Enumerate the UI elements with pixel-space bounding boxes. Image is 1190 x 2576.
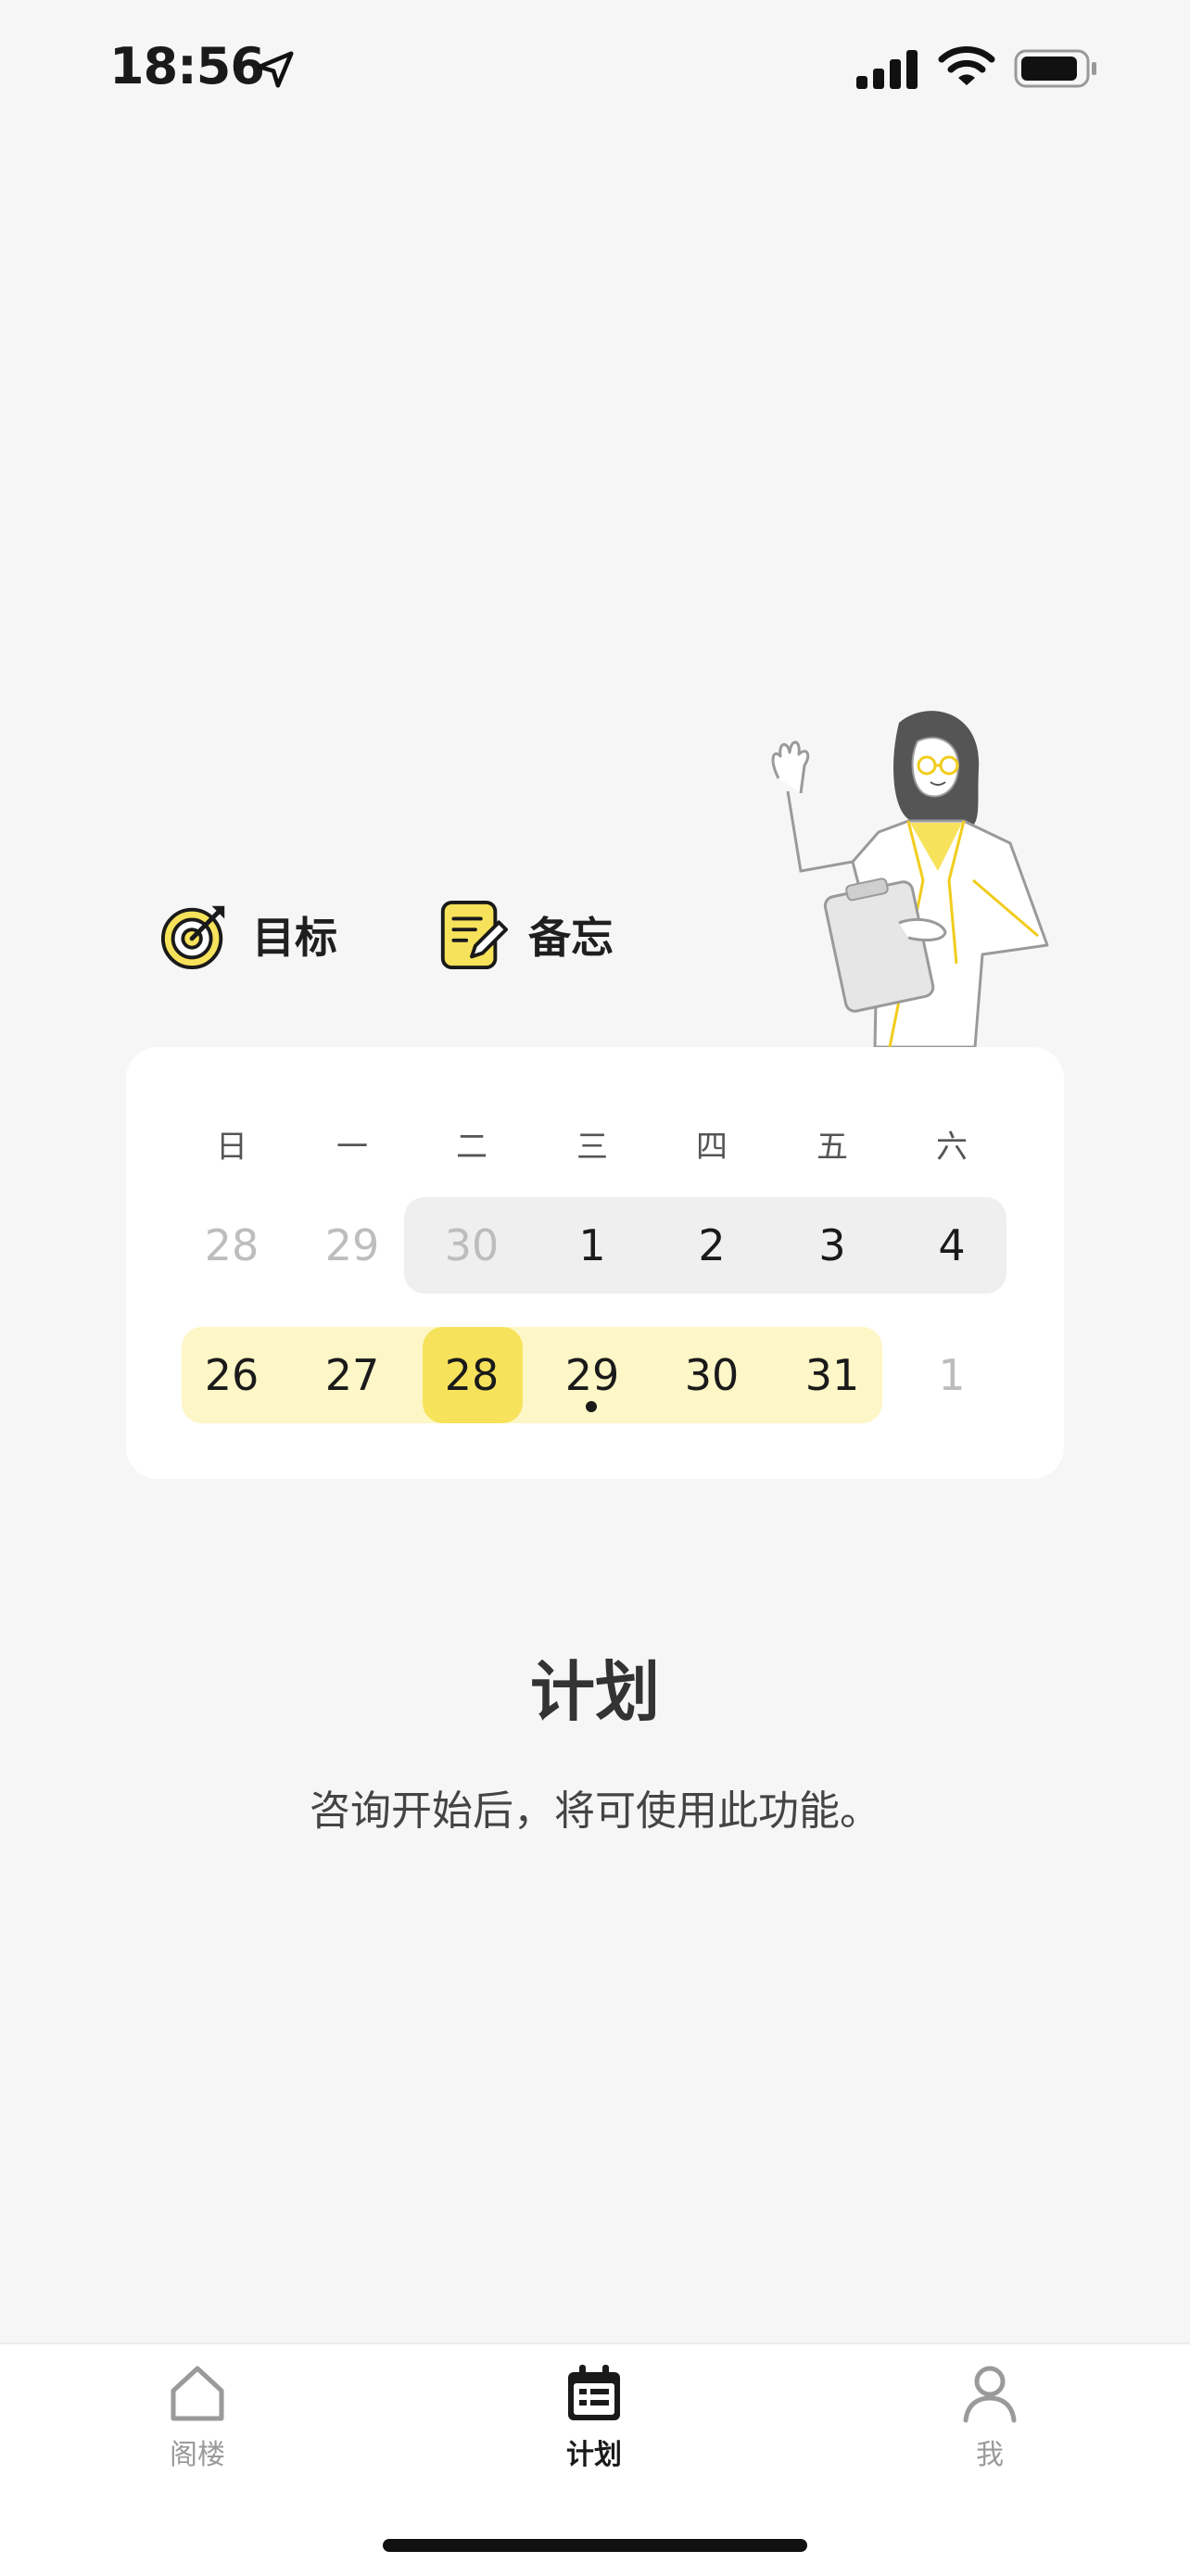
calendar-day[interactable]: 28 [181, 1197, 283, 1294]
signal-icon [856, 50, 918, 89]
calendar-day[interactable]: 31 [781, 1327, 883, 1423]
location-arrow-icon [257, 51, 294, 88]
event-dot-indicator [586, 1401, 597, 1412]
wifi-icon [938, 46, 995, 85]
battery-icon [1014, 49, 1096, 88]
weekday-thu: 四 [696, 1129, 728, 1166]
consultant-illustration [771, 711, 1049, 1047]
calendar-day[interactable]: 30 [421, 1197, 523, 1294]
weekday-fri: 五 [817, 1129, 848, 1166]
memo-icon [440, 900, 508, 970]
tab-plan[interactable]: 计划 [501, 2363, 687, 2502]
weekday-tue: 二 [456, 1129, 487, 1166]
weekday-sun: 日 [216, 1129, 247, 1166]
calendar-day[interactable]: 30 [661, 1327, 763, 1423]
tab-home-label: 阁楼 [170, 2439, 225, 2471]
calendar-day[interactable]: 29 [301, 1197, 403, 1294]
empty-state-title: 计划 [530, 1654, 660, 1730]
memo-shortcut[interactable]: 备忘 [436, 893, 614, 977]
empty-state-description: 咨询开始后，将可使用此功能。 [310, 1787, 880, 1835]
calendar-day[interactable]: 3 [781, 1197, 883, 1294]
tab-me-label: 我 [976, 2439, 1004, 2471]
calendar-day[interactable]: 1 [541, 1197, 643, 1294]
calendar-day-selected[interactable]: 28 [421, 1327, 523, 1423]
status-bar: 18:56 [0, 0, 1190, 139]
current-week-highlight [182, 1327, 882, 1423]
calendar-day[interactable]: 27 [301, 1327, 403, 1423]
memo-label: 备忘 [528, 913, 614, 963]
home-icon [171, 2366, 224, 2421]
weekday-mon: 一 [336, 1129, 368, 1166]
goals-label: 目标 [252, 913, 337, 963]
goals-shortcut[interactable]: 目标 [159, 893, 337, 977]
weekday-wed: 三 [576, 1129, 608, 1166]
target-icon [160, 905, 225, 970]
tab-home[interactable]: 阁楼 [105, 2363, 290, 2502]
calendar-day[interactable]: 4 [901, 1197, 1003, 1294]
calendar-icon [568, 2365, 620, 2420]
calendar-day[interactable]: 26 [181, 1327, 283, 1423]
weekday-sat: 六 [936, 1129, 968, 1166]
status-time: 18:56 [109, 37, 265, 95]
person-icon [963, 2366, 1017, 2423]
calendar-day[interactable]: 2 [661, 1197, 763, 1294]
home-indicator[interactable] [383, 2539, 807, 2552]
tab-me[interactable]: 我 [897, 2363, 1082, 2502]
tab-plan-label: 计划 [566, 2439, 622, 2471]
calendar-day[interactable]: 1 [901, 1327, 1003, 1423]
